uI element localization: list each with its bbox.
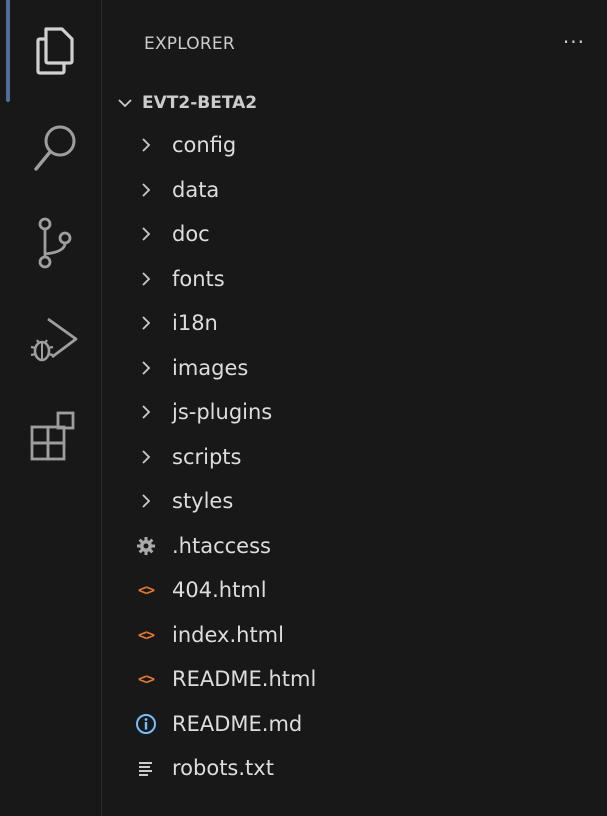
gear-icon bbox=[134, 534, 158, 558]
chevron-right-icon bbox=[134, 489, 158, 513]
tree-item-label: fonts bbox=[172, 266, 225, 291]
workspace-root-label: EVT2-BETA2 bbox=[142, 93, 258, 113]
file-readme-md[interactable]: README.md bbox=[102, 702, 607, 747]
html-icon: <> bbox=[137, 581, 155, 600]
chevron-right-icon bbox=[134, 222, 158, 246]
folder-config[interactable]: config bbox=[102, 123, 607, 168]
folder-scripts[interactable]: scripts bbox=[102, 435, 607, 480]
explorer-title: EXPLORER bbox=[144, 34, 235, 54]
tree-item-label: README.md bbox=[172, 711, 303, 736]
chevron-right-icon bbox=[134, 400, 158, 424]
file-404-html[interactable]: <> 404.html bbox=[102, 568, 607, 613]
info-icon bbox=[134, 712, 158, 736]
tree-item-label: robots.txt bbox=[172, 756, 274, 781]
file-index-html[interactable]: <> index.html bbox=[102, 613, 607, 658]
tree-item-label: README.html bbox=[172, 667, 317, 692]
files-icon[interactable] bbox=[26, 22, 84, 80]
file-htaccess[interactable]: .htaccess bbox=[102, 524, 607, 569]
active-indicator bbox=[6, 0, 10, 102]
folder-data[interactable]: data bbox=[102, 168, 607, 213]
chevron-down-icon bbox=[114, 97, 136, 109]
file-robots-txt[interactable]: robots.txt bbox=[102, 746, 607, 791]
folder-fonts[interactable]: fonts bbox=[102, 257, 607, 302]
tree-item-label: styles bbox=[172, 489, 234, 514]
run-debug-icon[interactable] bbox=[26, 312, 84, 370]
html-icon: <> bbox=[137, 625, 155, 644]
tree-item-label: images bbox=[172, 355, 249, 380]
folder-doc[interactable]: doc bbox=[102, 212, 607, 257]
extensions-icon[interactable] bbox=[26, 408, 84, 466]
tree-item-label: scripts bbox=[172, 444, 242, 469]
tree-item-label: index.html bbox=[172, 622, 284, 647]
tree-item-label: config bbox=[172, 133, 237, 158]
chevron-right-icon bbox=[134, 178, 158, 202]
activity-bar bbox=[0, 0, 102, 816]
tree-item-label: .htaccess bbox=[172, 533, 271, 558]
file-readme-html[interactable]: <> README.html bbox=[102, 657, 607, 702]
chevron-right-icon bbox=[134, 356, 158, 380]
chevron-right-icon bbox=[134, 445, 158, 469]
tree-item-label: 404.html bbox=[172, 578, 267, 603]
folder-js-plugins[interactable]: js-plugins bbox=[102, 390, 607, 435]
text-lines-icon bbox=[134, 756, 158, 780]
tree-item-label: js-plugins bbox=[172, 400, 273, 425]
search-icon[interactable] bbox=[26, 120, 84, 178]
chevron-right-icon bbox=[134, 267, 158, 291]
tree-item-label: doc bbox=[172, 222, 210, 247]
folder-i18n[interactable]: i18n bbox=[102, 301, 607, 346]
tree-item-label: i18n bbox=[172, 311, 218, 336]
explorer-sidebar: EXPLORER ··· EVT2-BETA2 config data doc bbox=[102, 0, 607, 816]
vscode-window: EXPLORER ··· EVT2-BETA2 config data doc bbox=[0, 0, 607, 816]
chevron-right-icon bbox=[134, 311, 158, 335]
more-actions-button[interactable]: ··· bbox=[563, 30, 585, 54]
workspace-root-folder[interactable]: EVT2-BETA2 bbox=[114, 88, 257, 118]
chevron-right-icon bbox=[134, 133, 158, 157]
source-control-icon[interactable] bbox=[26, 214, 84, 272]
html-icon: <> bbox=[137, 670, 155, 689]
folder-styles[interactable]: styles bbox=[102, 479, 607, 524]
file-tree: config data doc fonts i18n images js-plu… bbox=[102, 123, 607, 791]
tree-item-label: data bbox=[172, 177, 220, 202]
folder-images[interactable]: images bbox=[102, 346, 607, 391]
